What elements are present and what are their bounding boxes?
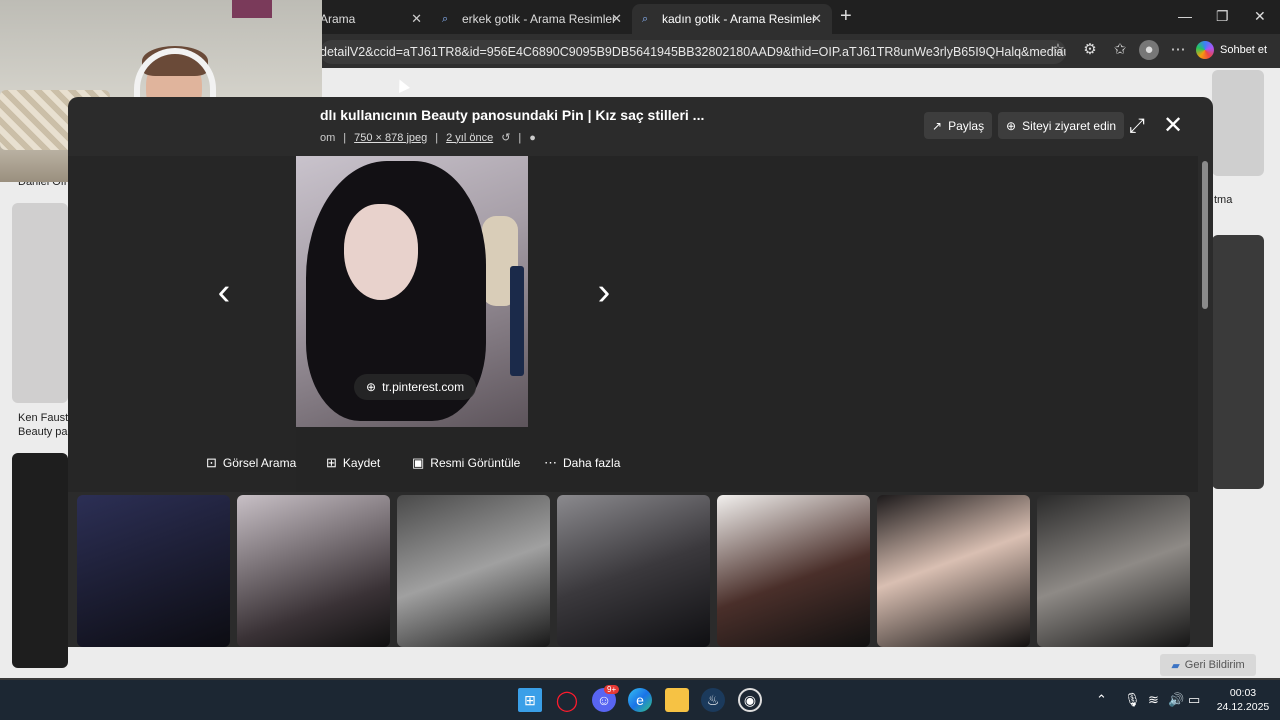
copilot-chat-button[interactable]: Sohbet et (1196, 38, 1276, 62)
related-image[interactable] (77, 495, 230, 647)
more-menu-icon[interactable]: ⋯ (1168, 40, 1188, 60)
globe-icon: ⊕ (366, 380, 377, 394)
window-close-icon[interactable]: ✕ (1254, 8, 1266, 25)
next-arrow-icon[interactable]: › (590, 272, 618, 312)
source-pill[interactable]: ⊕ tr.pinterest.com (354, 374, 477, 400)
notification-badge: 9+ (604, 685, 620, 694)
related-images-strip (68, 493, 1213, 647)
microphone-icon[interactable]: 🎙 (1124, 692, 1141, 708)
share-icon: ↗ (932, 118, 943, 133)
maximize-icon[interactable]: ❐ (1216, 8, 1229, 25)
steam-icon[interactable]: ♨ (701, 688, 725, 712)
profile-icon[interactable]: ● (1139, 40, 1159, 60)
related-image[interactable] (557, 495, 710, 647)
more-icon: ⋯ (544, 455, 557, 470)
search-icon: ⌕ (642, 13, 649, 25)
extensions-icon[interactable]: ⚙ (1080, 40, 1100, 60)
more-label: Daha fazla (563, 456, 621, 470)
new-tab-icon[interactable]: + (840, 5, 852, 28)
edge-icon[interactable]: e (628, 688, 652, 712)
share-label: Paylaş (948, 118, 985, 133)
fullscreen-icon[interactable]: ⤢ (1124, 113, 1150, 139)
result-thumbnail[interactable] (1212, 235, 1264, 489)
save-button[interactable]: ⊞ Kaydet (326, 455, 380, 471)
result-caption: Beauty pa (18, 426, 68, 438)
file-explorer-icon[interactable] (665, 688, 689, 712)
image-meta: om | 750 × 878 jpeg | 2 yıl önce ↺ | ● (320, 131, 536, 145)
favorite-star-icon[interactable]: ☆ (1048, 40, 1068, 60)
visit-site-button[interactable]: ⊕ Siteyi ziyaret edin (998, 112, 1125, 139)
clock-time: 00:03 (1229, 687, 1257, 699)
copilot-icon (1196, 41, 1214, 59)
image-actions: ⊡ Görsel Arama ⊞ Kaydet ▣ Resmi Görüntül… (68, 449, 1198, 479)
result-thumbnail[interactable] (1212, 70, 1264, 176)
meta-age[interactable]: 2 yıl önce (446, 132, 493, 144)
result-thumbnail[interactable] (12, 453, 68, 668)
screen: Arama ✕ ⌕ erkek gotik - Arama Resimler ✕… (0, 0, 1280, 720)
system-clock[interactable]: 00:03 24.12.2025 (1212, 686, 1274, 714)
tab-kadin-gotik[interactable]: ⌕ kadın gotik - Arama Resimler ✕ (632, 4, 832, 34)
tab-erkek-gotik[interactable]: ⌕ erkek gotik - Arama Resimler ✕ (432, 4, 632, 34)
minimize-icon[interactable]: — (1178, 8, 1192, 24)
result-thumbnail[interactable] (12, 203, 68, 403)
close-tab-icon[interactable]: ✕ (611, 11, 622, 27)
image-viewer-modal: dlı kullanıcının Beauty panosundaki Pin … (68, 97, 1213, 647)
history-icon: ↺ (501, 132, 511, 144)
meta-source[interactable]: om (320, 132, 335, 144)
start-icon[interactable]: ⊞ (518, 688, 542, 712)
wifi-icon[interactable]: ≋ (1148, 692, 1159, 708)
related-image[interactable] (237, 495, 390, 647)
feedback-button[interactable]: ▰ Geri Bildirim (1160, 654, 1256, 676)
share-button[interactable]: ↗ Paylaş (924, 112, 993, 139)
more-button[interactable]: ⋯ Daha fazla (544, 455, 620, 471)
previous-arrow-icon[interactable]: ‹ (210, 272, 238, 312)
feedback-label: Geri Bildirim (1184, 659, 1245, 671)
globe-icon: ⊕ (1006, 118, 1017, 133)
address-bar[interactable]: detailV2&ccid=aTJ61TR8&id=956E4C6890C909… (320, 40, 1066, 64)
close-tab-icon[interactable]: ✕ (811, 11, 822, 27)
related-image[interactable] (397, 495, 550, 647)
tab-label: kadın gotik - Arama Resimler (662, 12, 817, 26)
view-image-label: Resmi Görüntüle (430, 456, 521, 470)
close-tab-icon[interactable]: ✕ (411, 11, 422, 27)
result-caption: tma (1214, 194, 1233, 206)
tab-arama[interactable]: Arama ✕ (310, 4, 432, 34)
related-image[interactable] (1037, 495, 1190, 647)
feedback-icon: ▰ (1171, 659, 1180, 672)
volume-icon[interactable]: 🔊 (1168, 692, 1184, 708)
image-icon: ▣ (412, 455, 425, 470)
tray-overflow-icon[interactable]: ⌃ (1096, 692, 1107, 708)
view-image-button[interactable]: ▣ Resmi Görüntüle (412, 455, 520, 471)
result-caption: Ken Faust (18, 412, 69, 424)
visual-search-label: Görsel Arama (222, 456, 297, 470)
image-title[interactable]: dlı kullanıcının Beauty panosundaki Pin … (320, 107, 704, 123)
opera-icon[interactable]: ◯ (555, 688, 579, 712)
save-label: Kaydet (342, 456, 381, 470)
meta-size[interactable]: 750 × 878 jpeg (354, 132, 427, 144)
related-image[interactable] (877, 495, 1030, 647)
scrollbar[interactable] (1202, 161, 1208, 309)
visual-search-button[interactable]: ⊡ Görsel Arama (206, 455, 296, 471)
search-icon: ⌕ (442, 13, 449, 25)
clock-date: 24.12.2025 (1216, 701, 1270, 713)
source-domain: tr.pinterest.com (382, 380, 465, 394)
info-icon[interactable]: ● (529, 132, 536, 144)
image-stage: ⊕ tr.pinterest.com ‹ › (68, 156, 1198, 492)
taskbar: ⊞ ◯ ☺ 9+ e ♨ ◉ ⌃ 🎙 ≋ 🔊 ▭ 00:03 24.12.202… (0, 680, 1280, 720)
visual-search-icon: ⊡ (206, 455, 217, 470)
visit-site-label: Siteyi ziyaret edin (1022, 118, 1117, 133)
tab-label: erkek gotik - Arama Resimler (462, 12, 617, 26)
favorites-icon[interactable]: ✩ (1110, 40, 1130, 60)
copilot-label: Sohbet et (1220, 44, 1268, 56)
related-image[interactable] (717, 495, 870, 647)
close-viewer-icon[interactable]: ✕ (1160, 113, 1186, 139)
obs-icon[interactable]: ◉ (738, 688, 762, 712)
battery-icon[interactable]: ▭ (1188, 692, 1200, 708)
save-icon: ⊞ (326, 455, 337, 470)
tab-label: Arama (320, 12, 356, 26)
